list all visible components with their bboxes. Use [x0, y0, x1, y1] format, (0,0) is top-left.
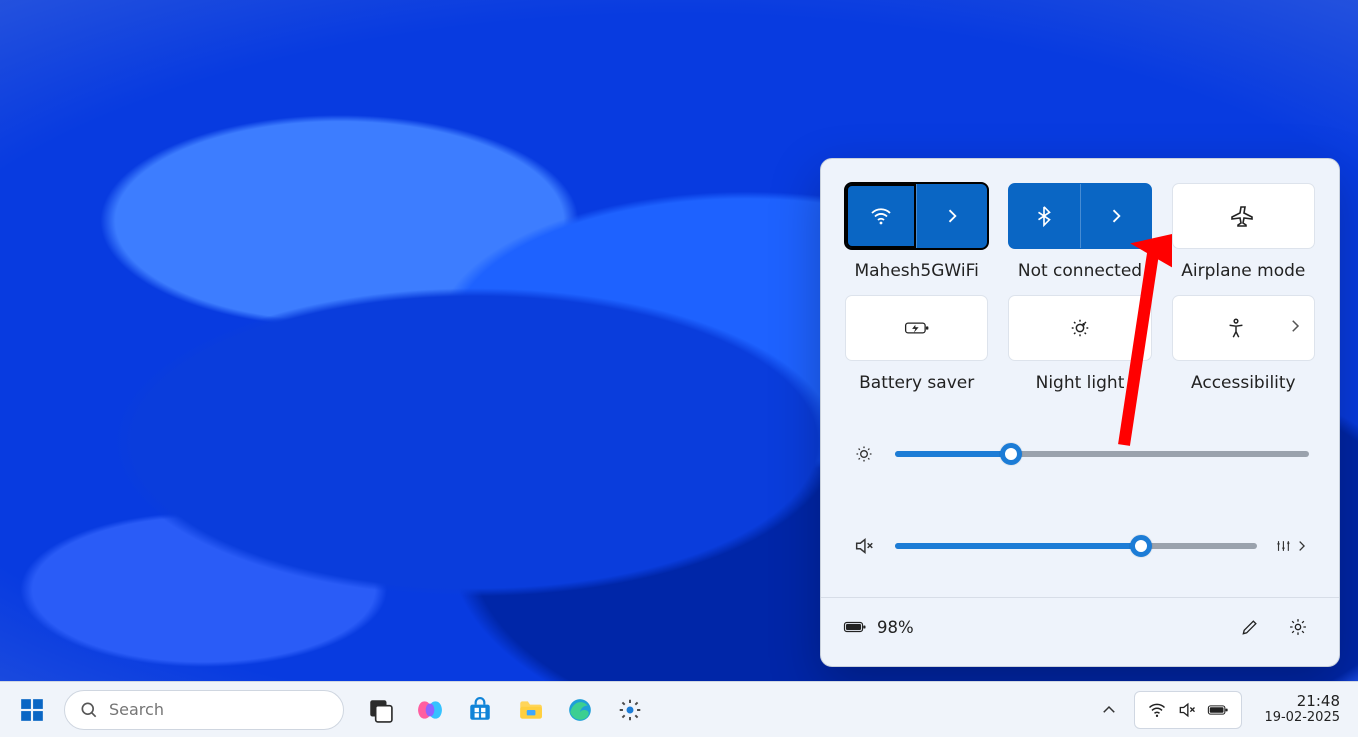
taskbar: 21:48 19-02-2025 — [0, 681, 1358, 737]
search-input[interactable] — [109, 700, 329, 719]
chevron-right-icon — [1286, 317, 1304, 339]
wifi-toggle[interactable] — [846, 184, 916, 248]
battery-status[interactable]: 98% — [843, 615, 914, 639]
settings-button[interactable] — [608, 688, 652, 732]
brightness-slider-row — [851, 431, 1309, 477]
wifi-tile[interactable] — [845, 183, 988, 249]
copilot-button[interactable] — [408, 688, 452, 732]
wifi-label: Mahesh5GWiFi — [854, 261, 978, 281]
quick-settings-footer: 98% — [821, 597, 1339, 656]
accessibility-label: Accessibility — [1191, 373, 1296, 393]
chevron-right-icon — [1106, 206, 1126, 226]
bluetooth-toggle[interactable] — [1009, 184, 1079, 248]
clock-time: 21:48 — [1264, 693, 1340, 710]
volume-muted-icon — [1177, 700, 1197, 720]
airplane-icon — [1231, 204, 1255, 228]
system-tray-status[interactable] — [1134, 691, 1242, 729]
chevron-right-icon — [942, 206, 962, 226]
task-view-button[interactable] — [358, 688, 402, 732]
pencil-icon — [1240, 617, 1260, 637]
volume-muted-icon[interactable] — [851, 535, 877, 557]
chevron-up-icon — [1100, 701, 1118, 719]
quick-settings-panel: Mahesh5GWiFi Not connected — [820, 158, 1340, 667]
battery-icon — [1207, 699, 1229, 721]
bluetooth-expand[interactable] — [1080, 184, 1151, 248]
bluetooth-icon — [1033, 205, 1055, 227]
night-light-tile[interactable] — [1008, 295, 1151, 361]
taskbar-search[interactable] — [64, 690, 344, 730]
airplane-mode-label: Airplane mode — [1181, 261, 1305, 281]
edit-quick-settings-button[interactable] — [1231, 608, 1269, 646]
night-light-icon — [1069, 317, 1091, 339]
store-icon — [467, 697, 493, 723]
task-view-icon — [367, 697, 393, 723]
all-settings-button[interactable] — [1279, 608, 1317, 646]
audio-mixer-icon — [1275, 536, 1292, 556]
volume-slider[interactable] — [895, 543, 1257, 549]
battery-percent-label: 98% — [877, 618, 914, 637]
start-button[interactable] — [10, 688, 54, 732]
search-icon — [79, 700, 99, 720]
battery-saver-icon — [904, 315, 930, 341]
edge-icon — [567, 697, 593, 723]
battery-saver-tile[interactable] — [845, 295, 988, 361]
battery-icon — [843, 615, 867, 639]
bluetooth-tile[interactable] — [1008, 183, 1151, 249]
battery-saver-label: Battery saver — [859, 373, 974, 393]
airplane-mode-tile[interactable] — [1172, 183, 1315, 249]
audio-output-select[interactable] — [1275, 536, 1309, 556]
tray-overflow-button[interactable] — [1094, 695, 1124, 725]
edge-button[interactable] — [558, 688, 602, 732]
tray-clock[interactable]: 21:48 19-02-2025 — [1252, 693, 1348, 725]
bluetooth-label: Not connected — [1018, 261, 1142, 281]
microsoft-store-button[interactable] — [458, 688, 502, 732]
copilot-icon — [417, 697, 443, 723]
clock-date: 19-02-2025 — [1264, 711, 1340, 726]
chevron-right-icon — [1294, 537, 1309, 555]
gear-icon — [1288, 617, 1308, 637]
brightness-icon — [851, 444, 877, 464]
brightness-slider[interactable] — [895, 451, 1309, 457]
wifi-expand[interactable] — [916, 184, 987, 248]
gear-icon — [617, 697, 643, 723]
wifi-icon — [1147, 700, 1167, 720]
windows-logo-icon — [19, 697, 45, 723]
accessibility-tile[interactable] — [1172, 295, 1315, 361]
taskbar-pinned-apps — [358, 688, 652, 732]
volume-slider-row — [851, 523, 1309, 569]
file-explorer-button[interactable] — [508, 688, 552, 732]
night-light-label: Night light — [1036, 373, 1125, 393]
wifi-icon — [869, 204, 893, 228]
accessibility-icon — [1225, 317, 1247, 339]
folder-icon — [517, 697, 543, 723]
